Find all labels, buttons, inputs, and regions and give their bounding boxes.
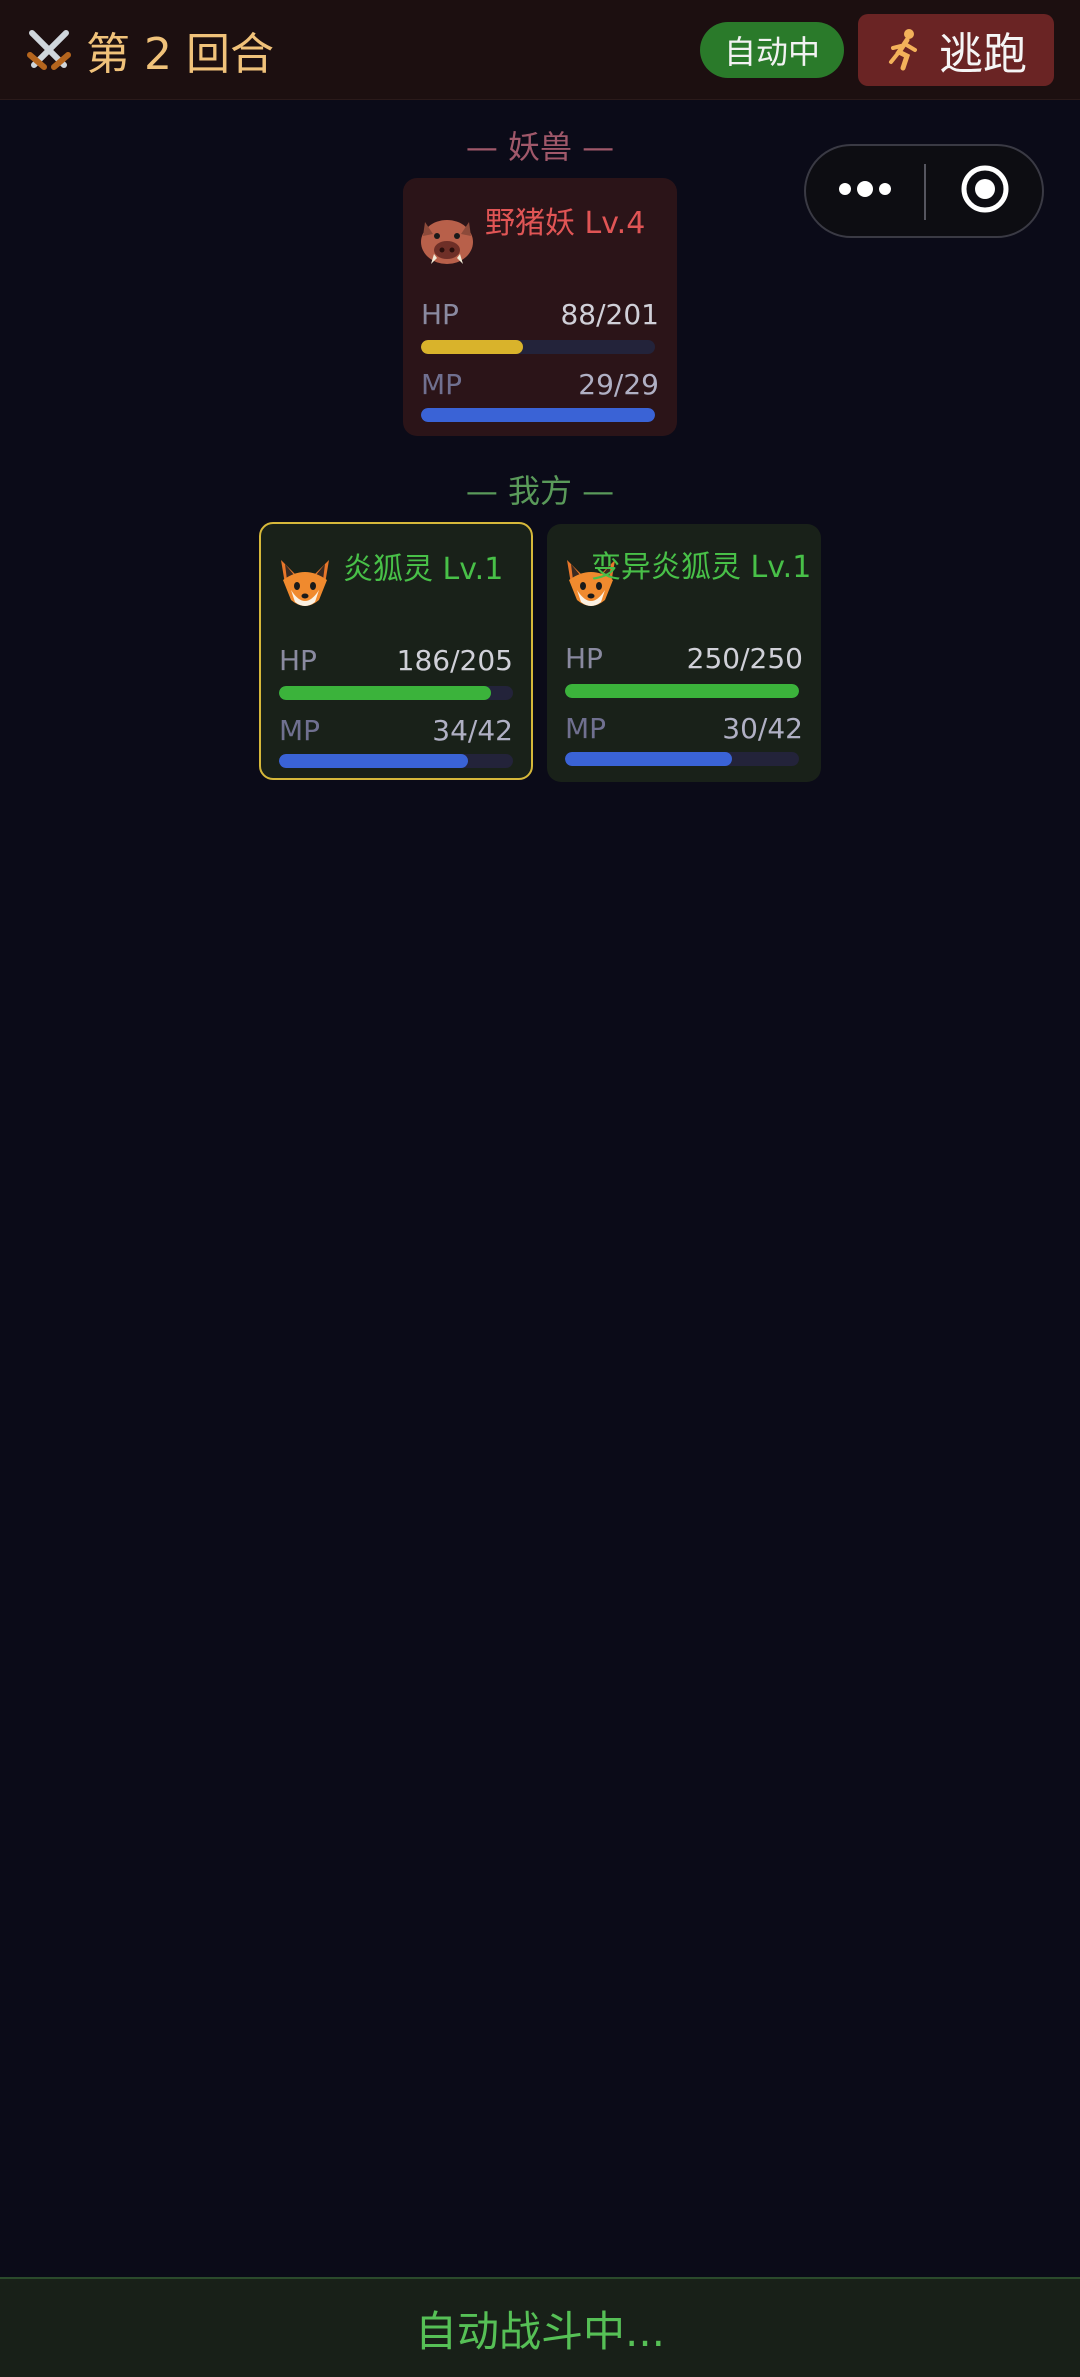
hp-bar [421,340,655,354]
mp-value: 34/42 [432,714,513,747]
ally-section-label: — 我方 — [465,472,615,510]
ally-name: 变异炎狐灵 Lv.1 [591,550,812,585]
ally-name: 炎狐灵 Lv.1 [343,552,504,587]
ally-card[interactable]: 变异炎狐灵 Lv.1 HP 250/250 MP 30/42 [547,524,821,782]
hp-row: HP 88/201 [421,298,659,331]
mp-bar-fill [279,754,469,768]
mp-row: MP 29/29 [421,368,659,401]
escape-label: 逃跑 [939,29,1027,80]
more-dots-icon [837,179,893,203]
fox-icon [275,554,335,614]
crossed-swords-icon [24,25,74,75]
round-indicator: 第 2 回合 [24,20,274,80]
mp-value: 29/29 [578,368,659,401]
hp-row: HP 250/250 [565,642,803,675]
target-icon [959,163,1011,219]
hp-value: 250/250 [686,642,803,675]
battle-status-text: 自动战斗中... [414,2306,666,2356]
hp-label: HP [421,298,459,331]
hp-bar-fill [421,340,524,354]
mp-row: MP 34/42 [279,714,513,747]
hp-value: 88/201 [560,298,659,331]
enemy-name: 野猪妖 Lv.4 [485,206,646,241]
enemy-card[interactable]: 野猪妖 Lv.4 HP 88/201 MP 29/29 [403,178,677,436]
hp-row: HP 186/205 [279,644,513,677]
mp-label: MP [565,712,607,745]
escape-button[interactable]: 逃跑 [858,14,1054,86]
mp-label: MP [421,368,463,401]
mp-value: 30/42 [722,712,803,745]
hp-bar-fill [565,684,799,698]
mp-label: MP [279,714,321,747]
running-person-icon [885,28,925,72]
enemy-section-label: — 妖兽 — [465,128,615,166]
hp-bar [565,684,799,698]
ally-card-active[interactable]: 炎狐灵 Lv.1 HP 186/205 MP 34/42 [259,522,533,780]
hp-bar [279,686,513,700]
battle-header: 第 2 回合 自动中 逃跑 [0,0,1080,100]
mp-bar [421,408,655,422]
hp-label: HP [565,642,603,675]
mp-row: MP 30/42 [565,712,803,745]
boar-icon [417,208,477,268]
mp-bar-fill [421,408,655,422]
mp-bar [565,752,799,766]
hp-value: 186/205 [396,644,513,677]
mp-bar-fill [565,752,733,766]
auto-mode-badge[interactable]: 自动中 [700,22,844,78]
hp-label: HP [279,644,317,677]
hp-bar-fill [279,686,492,700]
mp-bar [279,754,513,768]
round-label: 第 2 回合 [86,29,274,80]
battle-status-bar: 自动战斗中... [0,2277,1080,2377]
